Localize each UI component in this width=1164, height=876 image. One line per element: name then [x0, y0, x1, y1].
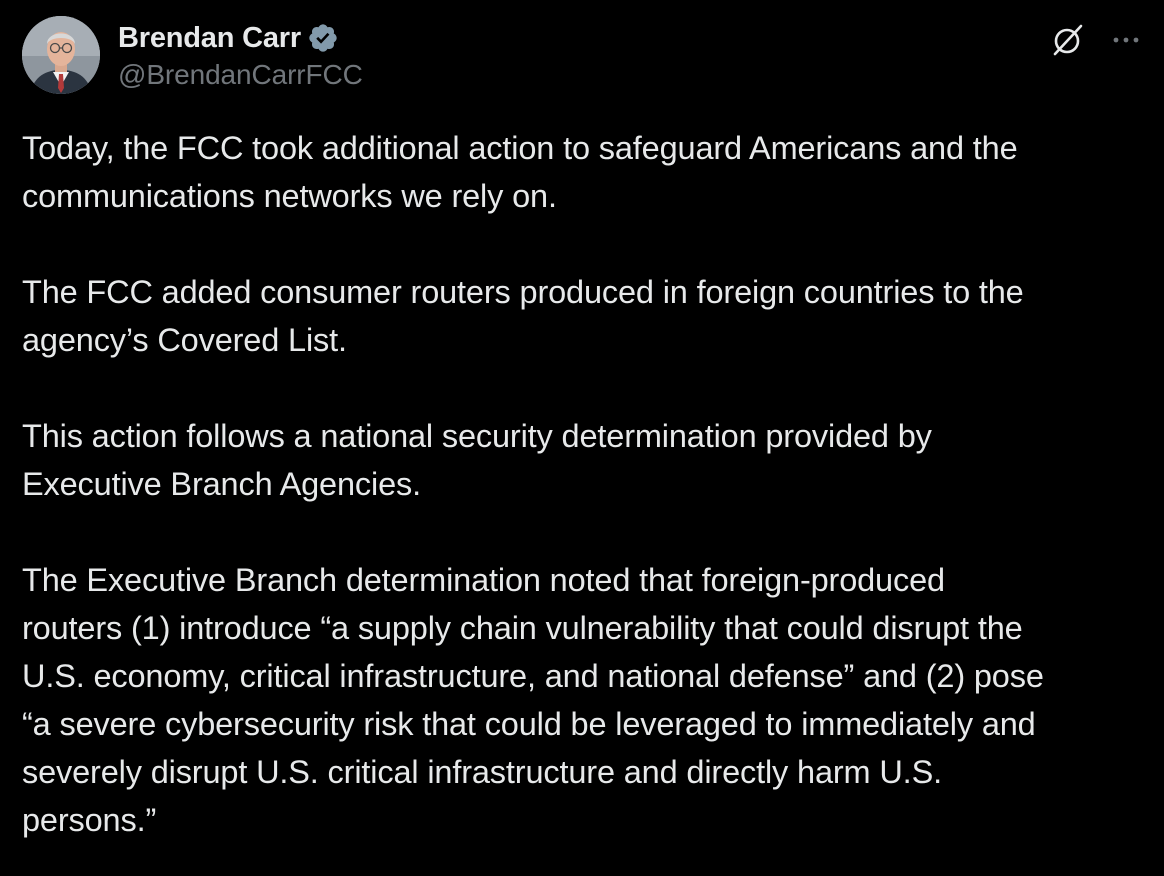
verified-badge-icon[interactable] — [307, 22, 339, 54]
tweet-header: Brendan Carr @BrendanCarrFCC — [22, 16, 1142, 98]
grok-icon[interactable] — [1050, 22, 1086, 58]
author-info: Brendan Carr @BrendanCarrFCC — [118, 18, 363, 91]
tweet-card: Brendan Carr @BrendanCarrFCC Today, the … — [0, 0, 1164, 876]
tweet-text: Today, the FCC took additional action to… — [22, 124, 1152, 844]
tweet-paragraph: The FCC added consumer routers produced … — [22, 274, 1024, 358]
author-display-name[interactable]: Brendan Carr — [118, 22, 301, 55]
avatar-photo — [22, 16, 100, 94]
tweet-paragraph: This action follows a national security … — [22, 418, 932, 502]
tweet-paragraph: The Executive Branch determination noted… — [22, 562, 1044, 838]
author-handle[interactable]: @BrendanCarrFCC — [118, 59, 363, 91]
name-row: Brendan Carr — [118, 18, 363, 58]
tweet-paragraph: Today, the FCC took additional action to… — [22, 130, 1018, 214]
more-options-icon[interactable] — [1110, 26, 1142, 54]
avatar[interactable] — [22, 16, 100, 94]
